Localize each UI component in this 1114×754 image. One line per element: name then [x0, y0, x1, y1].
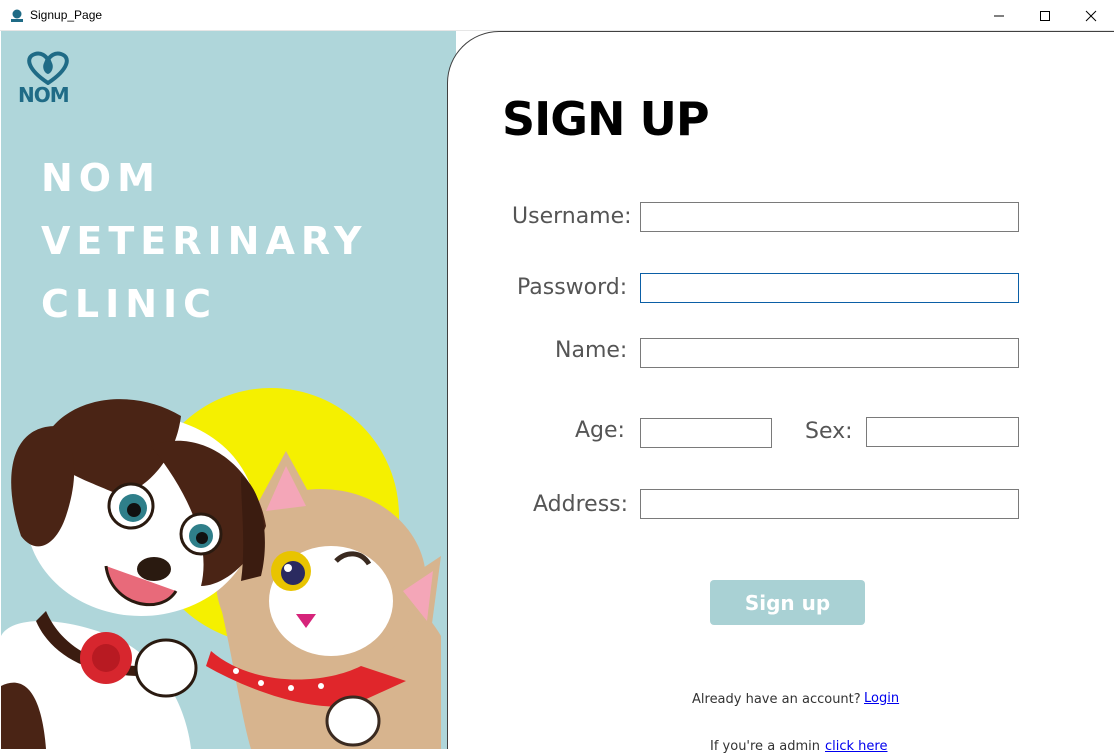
password-field[interactable]	[640, 273, 1019, 303]
name-label: Name:	[555, 338, 628, 363]
page-title: SIGN UP	[502, 92, 710, 146]
sign-up-button[interactable]: Sign up	[710, 580, 865, 625]
cat-heart-logo-icon	[27, 51, 69, 86]
address-field[interactable]	[640, 489, 1019, 519]
maximize-button[interactable]	[1022, 0, 1068, 31]
dog-and-cat-illustration	[1, 388, 441, 749]
age-label: Age:	[575, 418, 625, 443]
branding-panel: NOM NOM VETERINARY CLINIC	[1, 31, 456, 749]
sex-field[interactable]	[866, 417, 1019, 447]
login-link[interactable]: Login	[864, 691, 899, 706]
sex-label: Sex:	[805, 419, 853, 444]
account-prompt-text: Already have an account?	[692, 692, 861, 707]
window-titlebar: Signup_Page	[0, 0, 1114, 31]
username-label: Username:	[512, 204, 632, 229]
close-button[interactable]	[1068, 0, 1114, 31]
address-label: Address:	[533, 492, 629, 517]
clinic-name-line-3: CLINIC	[41, 282, 218, 326]
logo-text: NOM	[18, 83, 70, 107]
name-field[interactable]	[640, 338, 1019, 368]
window-title: Signup_Page	[30, 8, 103, 22]
clinic-name-line-2: VETERINARY	[41, 219, 368, 263]
admin-click-here-link[interactable]: click here	[825, 739, 887, 754]
clinic-name-line-1: NOM	[41, 156, 161, 200]
close-icon	[1085, 10, 1097, 21]
age-field[interactable]	[640, 418, 772, 448]
app-icon	[9, 8, 25, 24]
minimize-button[interactable]	[976, 0, 1022, 31]
password-label: Password:	[517, 275, 628, 300]
username-field[interactable]	[640, 202, 1019, 232]
minimize-icon	[994, 15, 1004, 16]
admin-prompt-text: If you're a admin	[710, 739, 821, 754]
maximize-icon	[1040, 10, 1050, 21]
